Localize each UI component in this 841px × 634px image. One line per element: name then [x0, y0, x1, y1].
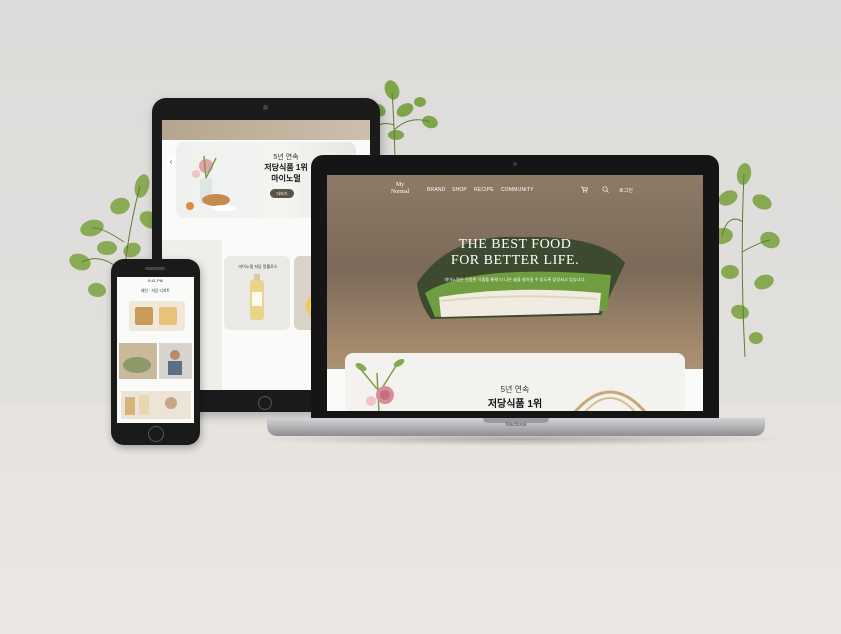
basket-image: [573, 390, 647, 411]
phone-product-image[interactable]: [129, 301, 185, 331]
laptop-screen: My Normal BRAND SHOP RECIPE COMMUNITY 로그…: [327, 175, 703, 411]
laptop-logo[interactable]: My Normal: [385, 182, 415, 196]
phone-device: 9:41 PM 메인 · 저당 디저트: [111, 259, 200, 445]
phone-person-image[interactable]: [159, 343, 192, 379]
tablet-home-button[interactable]: [258, 396, 272, 410]
login-link[interactable]: 로그인: [619, 187, 633, 194]
hero-title: THE BEST FOOD FOR BETTER LIFE.: [445, 237, 585, 269]
laptop-feature-card[interactable]: 5년 연속 저당식품 1위: [345, 353, 685, 411]
tablet-hero-button[interactable]: 더보기: [270, 189, 294, 198]
phone-home-button[interactable]: [148, 426, 164, 442]
flower-image: [355, 359, 405, 411]
phone-banner-image[interactable]: [121, 391, 191, 419]
search-icon[interactable]: [602, 186, 609, 195]
nav-brand[interactable]: BRAND: [427, 187, 446, 193]
tablet-header-bar: [162, 120, 370, 140]
syrup-bottle-image: [250, 274, 264, 320]
logo-line1: My: [395, 182, 405, 188]
laptop-brand-label: MacBook: [505, 422, 527, 428]
phone-food-image[interactable]: [119, 343, 157, 379]
card-line1: 5년 연속: [500, 385, 530, 394]
tablet-prev-arrow-icon[interactable]: ‹: [166, 157, 176, 167]
laptop-device: My Normal BRAND SHOP RECIPE COMMUNITY 로그…: [311, 155, 719, 419]
cart-icon[interactable]: [581, 186, 588, 195]
nav-community[interactable]: COMMUNITY: [501, 187, 534, 193]
laptop-topbar: My Normal BRAND SHOP RECIPE COMMUNITY 로그…: [327, 175, 703, 205]
laptop-base: MacBook: [267, 418, 765, 436]
flower-vase-image: [186, 155, 236, 211]
phone-section-title: 메인 · 저당 디저트: [141, 289, 170, 293]
hero-title-line2: FOR BETTER LIFE.: [450, 253, 580, 268]
tablet-product-title: 마이노멀 저당 알룰로스: [238, 264, 278, 269]
hero-subtitle: 마이노멀은 건강한 식품을 통해 더 나은 삶을 살아갈 수 있도록 앞장서고 …: [444, 277, 586, 282]
nav-recipe[interactable]: RECIPE: [474, 187, 494, 193]
phone-status-bar: 9:41 PM: [148, 278, 163, 283]
nav-shop[interactable]: SHOP: [452, 187, 467, 193]
phone-screen: 9:41 PM 메인 · 저당 디저트: [117, 277, 194, 423]
card-line2: 저당식품 1위: [487, 399, 543, 410]
logo-line2: Normal: [390, 189, 410, 195]
tablet-product-card[interactable]: 마이노멀 저당 알룰로스: [224, 256, 290, 330]
tablet-hero-line1: 5년 연속: [273, 154, 299, 161]
tablet-camera: [263, 105, 268, 110]
phone-speaker: [145, 267, 165, 270]
laptop-camera: [513, 162, 517, 166]
hero-title-line1: THE BEST FOOD: [458, 237, 572, 252]
